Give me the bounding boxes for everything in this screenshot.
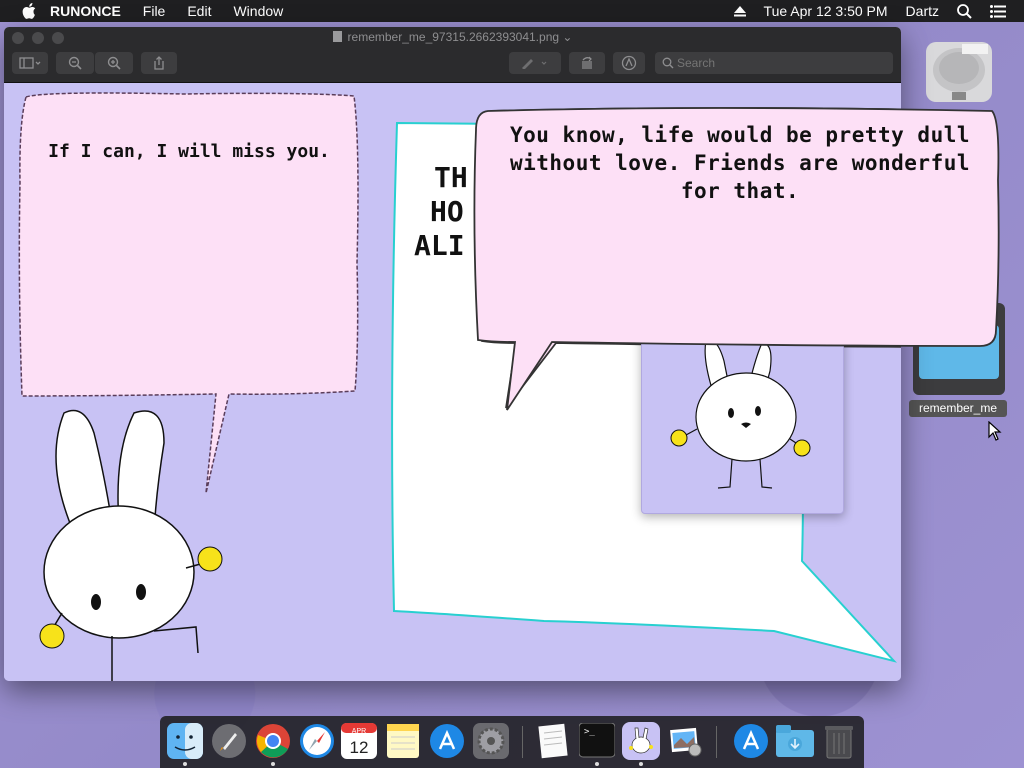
calendar-day: 12 xyxy=(349,738,369,757)
dock-downloads-folder[interactable] xyxy=(776,722,814,760)
search-input[interactable] xyxy=(655,52,893,74)
dock-separator xyxy=(716,726,717,758)
menu-app-name[interactable]: RUNONCE xyxy=(50,3,121,19)
launchpad-rocket-icon xyxy=(212,724,246,758)
image-thumbnail-card[interactable] xyxy=(641,330,844,514)
dock-textedit[interactable] xyxy=(534,722,572,760)
notes-icon xyxy=(387,724,419,758)
app-store-icon xyxy=(430,724,464,758)
bunny-thumbnail xyxy=(670,339,811,489)
window-titlebar[interactable]: remember_me_97315.2662393041.png ⌄ xyxy=(4,27,901,83)
preview-photos-icon xyxy=(670,727,702,757)
dock: APR 12 >_ xyxy=(160,716,864,768)
document-icon xyxy=(332,31,342,42)
mouse-cursor-icon xyxy=(988,421,1002,441)
bunny-left xyxy=(39,409,223,681)
folder-icon xyxy=(919,319,999,379)
menubar-clock[interactable]: Tue Apr 12 3:50 PM xyxy=(764,3,888,19)
menubar-user[interactable]: Dartz xyxy=(906,3,939,19)
markup-icon xyxy=(621,55,637,71)
pen-icon xyxy=(522,59,547,69)
dock-launchpad[interactable] xyxy=(210,722,248,760)
running-indicator xyxy=(639,762,643,766)
menu-window[interactable]: Window xyxy=(233,3,283,19)
dock-terminal[interactable]: >_ xyxy=(578,722,616,766)
dock-finder[interactable] xyxy=(166,722,204,766)
window-title: remember_me_97315.2662393041.png ⌄ xyxy=(4,30,901,44)
textedit-icon xyxy=(538,723,568,759)
markup-pen-button[interactable] xyxy=(509,52,561,74)
share-icon xyxy=(154,56,164,70)
dock-preview-bunny[interactable] xyxy=(622,722,660,766)
zoom-out-icon xyxy=(68,56,82,70)
share-button[interactable] xyxy=(141,52,177,74)
sidebar-toggle-button[interactable] xyxy=(12,52,48,74)
hard-drive-icon[interactable] xyxy=(922,34,996,108)
eject-icon[interactable] xyxy=(733,5,746,17)
dock-chrome[interactable] xyxy=(254,722,292,766)
partial-text-line-2: HO xyxy=(430,195,464,228)
gear-icon xyxy=(473,723,509,759)
zoom-out-button[interactable] xyxy=(56,52,94,74)
zoom-in-icon xyxy=(107,56,121,70)
dock-notes[interactable] xyxy=(384,722,422,760)
rotate-icon xyxy=(582,56,592,69)
app-store-icon xyxy=(734,724,768,758)
folder-label[interactable]: remember_me xyxy=(909,400,1007,417)
running-indicator xyxy=(183,762,187,766)
partial-text-line-3: ALI xyxy=(414,229,465,262)
dock-safari[interactable] xyxy=(298,722,336,760)
dock-calendar[interactable]: APR 12 xyxy=(340,722,378,760)
dock-preview[interactable] xyxy=(666,722,704,760)
apple-icon[interactable] xyxy=(22,3,36,19)
folder-selection-tile[interactable] xyxy=(913,303,1005,395)
terminal-prompt: >_ xyxy=(584,727,595,737)
dock-app-store-2[interactable] xyxy=(732,722,770,760)
dock-app-store[interactable] xyxy=(428,722,466,760)
finder-icon xyxy=(167,723,203,759)
trash-icon xyxy=(825,726,853,759)
partial-text-line-1: TH xyxy=(434,161,468,194)
bubble-right-text: You know, life would be pretty dull with… xyxy=(509,123,970,203)
dock-trash[interactable] xyxy=(820,722,858,760)
downloads-folder-icon xyxy=(776,725,814,757)
search-icon xyxy=(662,57,674,69)
window-title-text: remember_me_97315.2662393041.png xyxy=(347,30,560,44)
bubble-left-text: If I can, I will miss you. xyxy=(48,141,330,162)
spotlight-search-icon[interactable] xyxy=(957,3,972,19)
safari-compass-icon xyxy=(300,724,334,758)
chrome-icon xyxy=(256,724,290,758)
menu-file[interactable]: File xyxy=(143,3,166,19)
notification-center-icon[interactable] xyxy=(990,4,1006,18)
zoom-in-button[interactable] xyxy=(95,52,133,74)
markup-toolbar-button[interactable] xyxy=(613,52,645,74)
dock-separator xyxy=(522,726,523,758)
menu-edit[interactable]: Edit xyxy=(187,3,211,19)
sidebar-icon xyxy=(19,57,41,69)
rotate-button[interactable] xyxy=(569,52,605,74)
calendar-month: APR xyxy=(351,728,367,735)
dock-system-preferences[interactable] xyxy=(472,722,510,760)
running-indicator xyxy=(271,762,275,766)
bunny-icon xyxy=(629,727,653,754)
running-indicator xyxy=(595,762,599,766)
menu-bar: RUNONCE File Edit Window Tue Apr 12 3:50… xyxy=(0,0,1024,22)
